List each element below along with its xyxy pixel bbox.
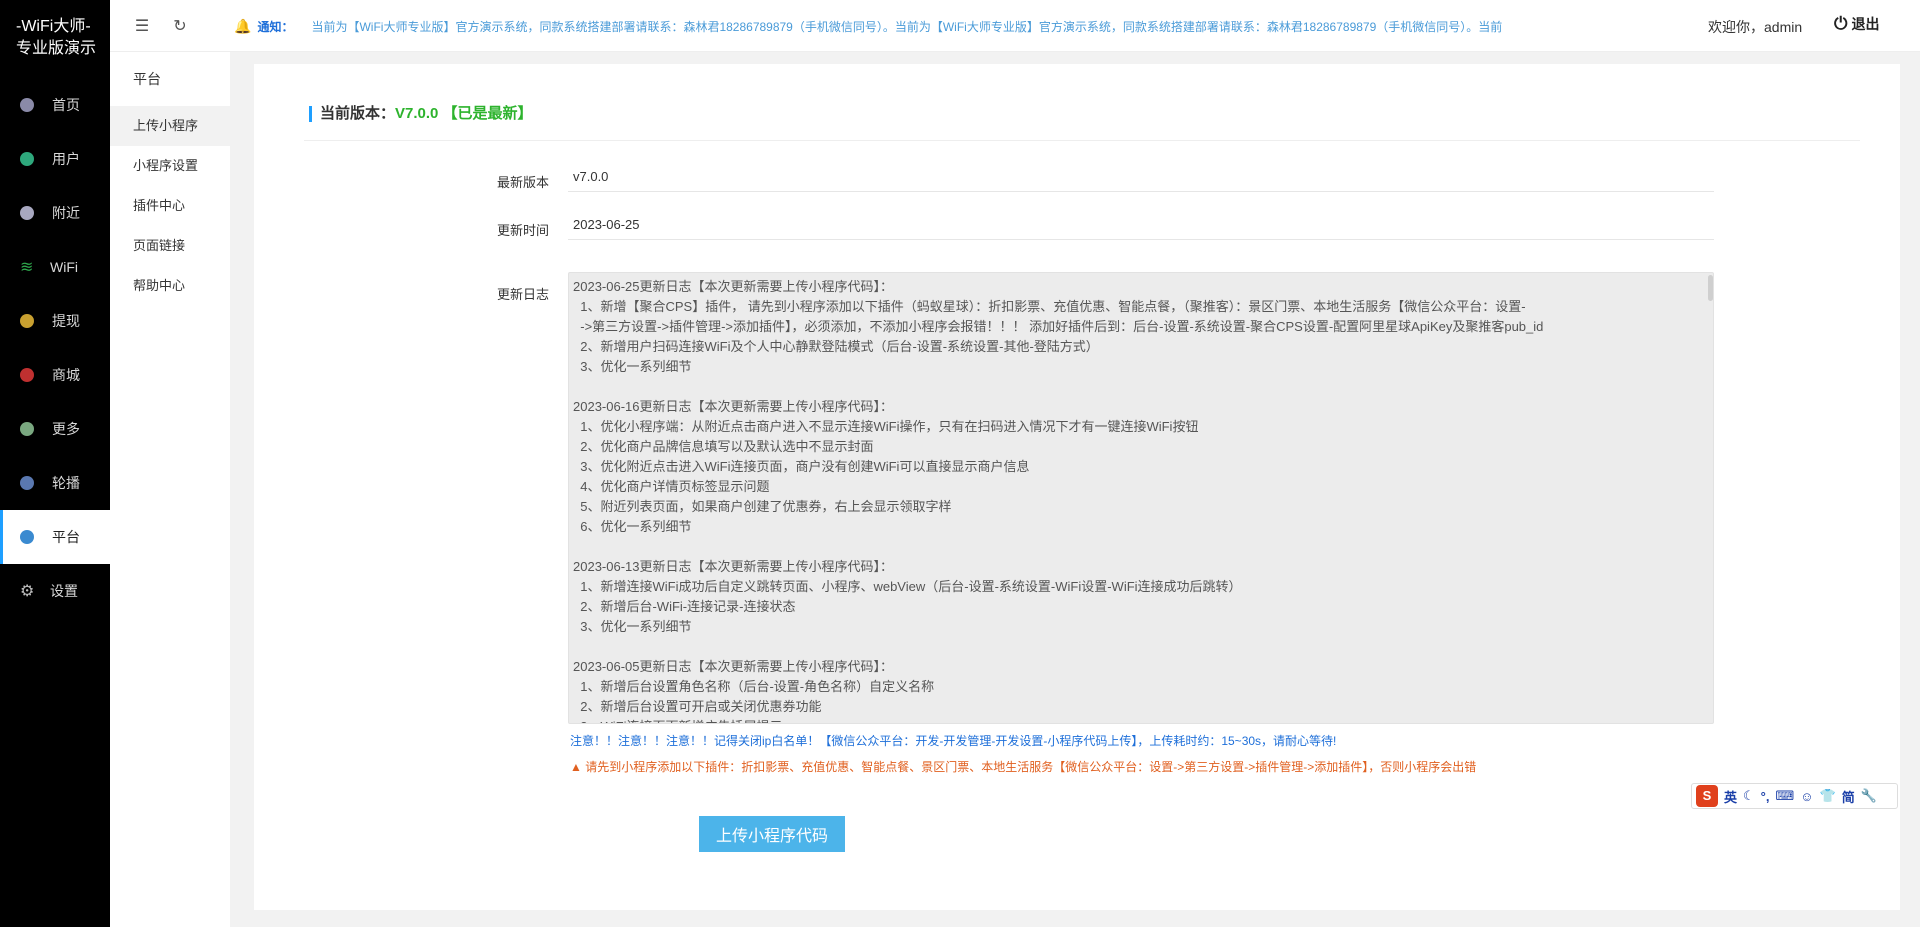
nav-item-location[interactable]: 附近: [0, 186, 110, 240]
sub-sidebar: 平台 上传小程序 小程序设置 插件中心 页面链接 帮助中心: [110, 52, 230, 927]
subnav-title: 平台: [133, 71, 161, 87]
coin-icon: [20, 314, 34, 328]
current-version: 当前版本：V7.0.0 【已是最新】: [309, 106, 533, 122]
keyboard-icon[interactable]: ⌨: [1775, 788, 1794, 804]
subnav-item[interactable]: 插件中心: [110, 186, 230, 226]
subnav-item[interactable]: 小程序设置: [110, 146, 230, 186]
welcome-text: 欢迎你，admin: [1708, 19, 1803, 35]
wifi-icon: ≋: [20, 259, 34, 276]
home-icon: [20, 98, 34, 112]
platform-icon: [20, 530, 34, 544]
nav-item-label: 附近: [52, 205, 80, 221]
upload-miniprogram-button[interactable]: 上传小程序代码: [699, 816, 845, 852]
ime-lang[interactable]: 英: [1724, 787, 1737, 806]
nav-item-user[interactable]: 用户: [0, 132, 110, 186]
brand-logo: -WiFi大师- 专业版演示: [0, 0, 110, 78]
top-header: ☰ ↻ 🔔 通知： 当前为【WiFi大师专业版】官方演示系统，同款系统搭建部署请…: [110, 0, 1920, 52]
subnav-item[interactable]: 上传小程序: [110, 106, 230, 146]
nav-item-label: 轮播: [52, 475, 80, 491]
sogou-logo-icon[interactable]: S: [1696, 785, 1718, 807]
shirt-icon[interactable]: 👕: [1820, 788, 1836, 804]
location-icon: [20, 206, 34, 220]
punctuation-icon[interactable]: °,: [1761, 789, 1770, 804]
more-icon: [20, 422, 34, 436]
notice-bar: 🔔 通知： 当前为【WiFi大师专业版】官方演示系统，同款系统搭建部署请联系：森…: [234, 16, 1621, 36]
nav-list: 首页用户附近 ≋ WiFi 提现商城更多轮播平台 ⚙ 设置: [0, 78, 110, 618]
subnav-list: 上传小程序 小程序设置 插件中心 页面链接 帮助中心: [110, 106, 230, 306]
latest-version-input[interactable]: [568, 162, 1714, 192]
nav-item-label: 更多: [52, 421, 80, 437]
notice-label: 通知：: [257, 19, 294, 34]
subnav-item[interactable]: 帮助中心: [110, 266, 230, 306]
version-label: 当前版本：: [320, 105, 396, 122]
moon-icon[interactable]: ☾: [1743, 788, 1755, 804]
main-sidebar: -WiFi大师- 专业版演示 首页用户附近 ≋ WiFi 提现商城更多轮播平台 ⚙ 设置: [0, 0, 110, 927]
nav-item-label: 首页: [52, 97, 80, 113]
refresh-icon[interactable]: ↻: [170, 16, 190, 36]
gear-icon: ⚙: [20, 583, 35, 600]
content-card: 当前版本：V7.0.0 【已是最新】 最新版本 更新时间 更新日志 2023-0…: [254, 64, 1900, 910]
power-icon: ⏻: [1834, 14, 1848, 33]
nav-item-label: WiFi: [50, 259, 78, 275]
nav-item-label: 商城: [52, 367, 80, 383]
shop-icon: [20, 368, 34, 382]
brand-line2: 专业版演示: [16, 40, 97, 57]
nav-item-label: 设置: [50, 583, 78, 599]
update-log-textarea[interactable]: 2023-06-25更新日志【本次更新需要上传小程序代码】： 1、新增【聚合CP…: [568, 272, 1714, 724]
divider: [304, 140, 1860, 141]
nav-item-gear[interactable]: ⚙ 设置: [0, 564, 110, 618]
version-value: V7.0.0 【已是最新】: [395, 105, 533, 122]
user-icon: [20, 152, 34, 166]
nav-item-label: 平台: [52, 529, 80, 545]
subnav-item[interactable]: 页面链接: [110, 226, 230, 266]
user-icon[interactable]: ☺: [1800, 789, 1813, 804]
wrench-icon[interactable]: 🔧: [1861, 788, 1877, 804]
bell-icon: 🔔: [234, 17, 252, 34]
plugin-warning-notice: ▲ 请先到小程序添加以下插件：折扣影票、充值优惠、智能点餐、景区门票、本地生活服…: [570, 760, 1477, 774]
nav-item-home[interactable]: 首页: [0, 78, 110, 132]
nav-item-wifi[interactable]: ≋ WiFi: [0, 240, 110, 294]
latest-version-label: 最新版本: [496, 175, 549, 190]
ip-whitelist-notice: 注意！！注意！！注意！！记得关闭ip白名单！【微信公众平台：开发-开发管理-开发…: [570, 734, 1337, 748]
nav-item-coin[interactable]: 提现: [0, 294, 110, 348]
update-time-input[interactable]: [568, 210, 1714, 240]
nav-item-carousel[interactable]: 轮播: [0, 456, 110, 510]
ime-toolbar: S 英 ☾ °, ⌨ ☺ 👕 简 🔧: [1691, 783, 1898, 809]
log-scrollbar[interactable]: [1708, 275, 1713, 301]
nav-item-label: 用户: [52, 151, 80, 167]
brand-line1: -WiFi大师-: [16, 18, 91, 35]
ime-simplified[interactable]: 简: [1842, 787, 1855, 806]
nav-item-label: 提现: [52, 313, 80, 329]
menu-toggle-icon[interactable]: ☰: [132, 16, 152, 36]
nav-item-more[interactable]: 更多: [0, 402, 110, 456]
carousel-icon: [20, 476, 34, 490]
update-time-label: 更新时间: [496, 223, 549, 238]
nav-item-shop[interactable]: 商城: [0, 348, 110, 402]
update-log-label: 更新日志: [496, 287, 549, 302]
nav-item-platform[interactable]: 平台: [0, 510, 110, 564]
notice-text: 当前为【WiFi大师专业版】官方演示系统，同款系统搭建部署请联系：森林君1828…: [311, 19, 1503, 34]
logout-button[interactable]: ⏻ 退出: [1834, 14, 1879, 34]
logout-label: 退出: [1851, 16, 1880, 32]
